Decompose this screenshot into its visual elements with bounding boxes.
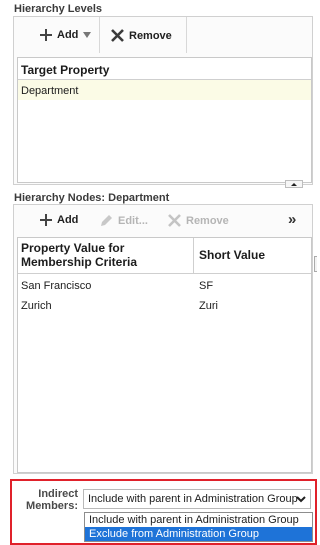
remove-level-button[interactable]: Remove [111,29,172,42]
property-value-cell: Zurich [21,300,52,312]
property-value-cell: San Francisco [21,280,92,292]
indirect-members-label: Indirect Members: [26,488,78,512]
remove-x-icon [111,29,124,42]
toolbar-divider [99,17,100,53]
overflow-chevron-icon[interactable]: » [288,211,296,228]
hierarchy-levels-panel: Add Remove Target Property Department [13,16,313,185]
pencil-icon [101,215,112,226]
column-divider [193,238,194,274]
add-node-label: Add [57,214,79,226]
chevron-down-icon [296,496,306,503]
add-level-button[interactable]: Add [40,29,92,41]
property-value-header[interactable]: Property Value for Membership Criteria [21,241,186,269]
short-value-cell: SF [199,280,214,292]
table-row[interactable]: Zurich Zuri [18,294,311,314]
edit-node-button[interactable]: Edit... [100,214,148,227]
target-property-header-label: Target Property [21,63,110,77]
hierarchy-nodes-panel: Add Edit... Remove » Property Value for … [13,204,313,474]
table-row[interactable]: Department [18,80,311,100]
target-property-header[interactable]: Target Property [18,58,311,80]
add-level-label: Add [57,29,79,41]
target-property-cell: Department [21,85,79,97]
hierarchy-nodes-toolbar: Add Edit... Remove » [14,205,314,237]
scrollbar-stub[interactable] [314,256,317,272]
indirect-members-selected-value: Include with parent in Administration Gr… [88,493,298,505]
splitter-handle[interactable] [285,180,303,188]
edit-node-label: Edit... [118,214,148,227]
target-property-table: Target Property Department [17,57,312,183]
short-value-header[interactable]: Short Value [199,248,265,262]
hierarchy-nodes-title: Hierarchy Nodes: Department [14,192,170,204]
dropdown-option-exclude[interactable]: Exclude from Administration Group [85,527,312,541]
dropdown-option-include[interactable]: Include with parent in Administration Gr… [85,513,312,527]
toolbar-divider [186,17,187,53]
collapse-arrow-icon [291,183,297,186]
remove-level-label: Remove [129,29,172,42]
hierarchy-levels-toolbar: Add Remove [14,17,189,53]
nodes-table: Property Value for Membership Criteria S… [17,237,312,473]
hierarchy-levels-title: Hierarchy Levels [14,3,103,15]
dropdown-caret-icon[interactable] [83,32,92,38]
table-row[interactable]: San Francisco SF [18,274,311,294]
nodes-table-header: Property Value for Membership Criteria S… [18,238,311,274]
short-value-cell: Zuri [199,300,218,312]
plus-icon [40,29,52,41]
remove-node-label: Remove [186,214,229,227]
add-node-button[interactable]: Add [40,214,78,226]
plus-icon [40,214,52,226]
indirect-members-select[interactable]: Include with parent in Administration Gr… [83,489,311,509]
remove-node-button[interactable]: Remove [168,214,229,227]
remove-x-icon [168,214,181,227]
indirect-members-dropdown: Include with parent in Administration Gr… [84,512,313,542]
